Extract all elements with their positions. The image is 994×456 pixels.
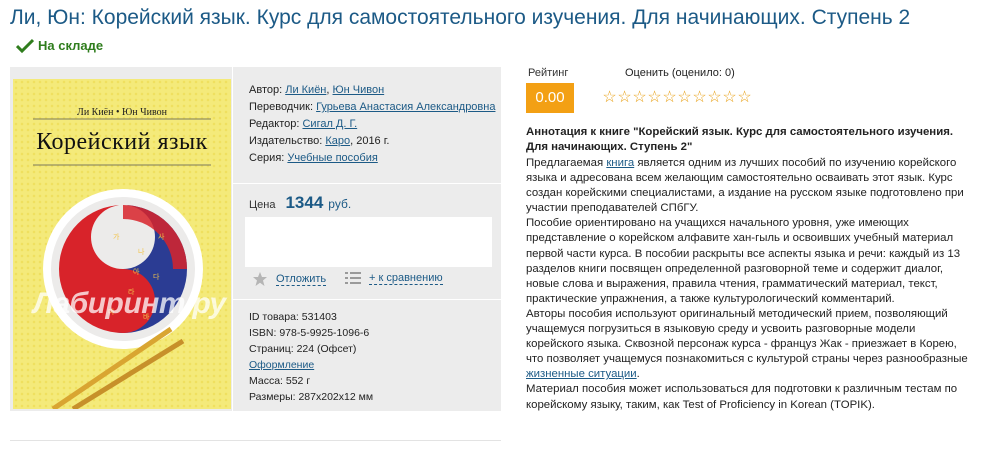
annotation-paragraph-4: Материал пособия может использоваться дл… bbox=[526, 383, 958, 411]
cover-authors: Ли Киён • Юн Чивон bbox=[77, 107, 167, 118]
meta-publisher-row: Издательство: Каро, 2016 г. bbox=[249, 134, 499, 148]
rating-stars[interactable]: ☆ ☆ ☆ ☆ ☆ ☆ ☆ ☆ ☆ ☆ bbox=[602, 90, 752, 106]
bottom-divider bbox=[10, 440, 501, 441]
postpone-action[interactable]: Отложить bbox=[252, 271, 327, 287]
star-6-icon[interactable]: ☆ bbox=[677, 90, 692, 106]
list-icon bbox=[345, 272, 361, 284]
rating-value-badge: 0.00 bbox=[526, 83, 574, 113]
annotation-paragraph-2: Пособие ориентировано на учащихся началь… bbox=[526, 217, 961, 305]
translator-label: Переводчик: bbox=[249, 101, 314, 113]
annotation-paragraph-3: Авторы пособия используют оригинальный м… bbox=[526, 307, 968, 381]
life-situations-link[interactable]: жизненные ситуации bbox=[526, 368, 637, 380]
stock-label: На складе bbox=[38, 38, 104, 53]
annotation-heading: Аннотация к книге "Корейский язык. Курс … bbox=[526, 126, 954, 153]
star-2-icon[interactable]: ☆ bbox=[617, 90, 632, 106]
buy-box bbox=[245, 217, 492, 267]
price-currency: руб. bbox=[328, 197, 352, 211]
annotation-paragraph-1: Предлагаемая книга является одним из луч… bbox=[526, 157, 964, 215]
svg-text:가: 가 bbox=[113, 232, 120, 241]
compare-link[interactable]: + к сравнению bbox=[369, 272, 443, 285]
postpone-link[interactable]: Отложить bbox=[276, 273, 327, 286]
publisher-link[interactable]: Каро bbox=[325, 135, 350, 147]
star-1-icon[interactable]: ☆ bbox=[602, 90, 617, 106]
product-id: ID товара: 531403 bbox=[249, 311, 337, 323]
product-pages: Страниц: 224 (Офсет) bbox=[249, 343, 357, 355]
product-size: Размеры: 287x202x12 мм bbox=[249, 391, 374, 403]
price-block: Цена 1344 руб. bbox=[249, 193, 351, 213]
star-3-icon[interactable]: ☆ bbox=[632, 90, 647, 106]
svg-text:아: 아 bbox=[133, 267, 140, 276]
star-9-icon[interactable]: ☆ bbox=[722, 90, 737, 106]
publisher-label: Издательство: bbox=[249, 135, 323, 147]
design-link[interactable]: Оформление bbox=[249, 359, 314, 371]
svg-text:다: 다 bbox=[153, 272, 160, 281]
meta-editor-row: Редактор: Сигал Д. Г. bbox=[249, 117, 499, 131]
product-weight: Масса: 552 г bbox=[249, 375, 311, 387]
star-5-icon[interactable]: ☆ bbox=[662, 90, 677, 106]
price-value: 1344 bbox=[285, 193, 324, 212]
stock-status: На складе bbox=[16, 32, 103, 60]
star-4-icon[interactable]: ☆ bbox=[647, 90, 662, 106]
rate-label: Оценить (оценило: 0) bbox=[625, 67, 735, 79]
checkmark-icon bbox=[16, 38, 34, 54]
divider bbox=[233, 183, 501, 184]
book-meta: Автор: Ли Киён, Юн Чивон Переводчик: Гур… bbox=[249, 83, 499, 168]
cover-title: Корейский язык bbox=[36, 129, 208, 155]
book-title-text: Ли, Юн: Корейский язык. Курс для самосто… bbox=[10, 6, 911, 29]
panel-divider bbox=[232, 67, 233, 411]
meta-series-row: Серия: Учебные пособия bbox=[249, 151, 499, 165]
publish-year: , 2016 г. bbox=[350, 135, 390, 147]
watermark-logo: Лабиринт.ру bbox=[33, 287, 226, 320]
series-link[interactable]: Учебные пособия bbox=[287, 152, 377, 164]
meta-author-row: Автор: Ли Киён, Юн Чивон bbox=[249, 84, 385, 96]
book-cover-image[interactable]: 가나다 라마바 사아 Ли Киён • Юн Чивон Корейский … bbox=[13, 79, 231, 409]
star-8-icon[interactable]: ☆ bbox=[707, 90, 722, 106]
author-link-2[interactable]: Юн Чивон bbox=[333, 84, 385, 96]
meta-translator-row: Переводчик: Гурьева Анастасия Александро… bbox=[249, 100, 499, 114]
series-label: Серия: bbox=[249, 152, 285, 164]
rating-label: Рейтинг bbox=[528, 67, 569, 79]
svg-text:나: 나 bbox=[138, 247, 145, 256]
translator-link[interactable]: Гурьева Анастасия Александровна bbox=[316, 101, 495, 113]
page-title: Ли, Юн: Корейский язык. Курс для самосто… bbox=[10, 4, 985, 64]
star-7-icon[interactable]: ☆ bbox=[692, 90, 707, 106]
price-label: Цена bbox=[249, 199, 276, 211]
book-link[interactable]: книга bbox=[606, 157, 634, 169]
annotation: Аннотация к книге "Корейский язык. Курс … bbox=[526, 125, 971, 413]
editor-link[interactable]: Сигал Д. Г. bbox=[302, 118, 357, 130]
compare-action[interactable]: + к сравнению bbox=[345, 271, 443, 285]
product-isbn: ISBN: 978-5-9925-1096-6 bbox=[249, 327, 370, 339]
product-details: ID товара: 531403 ISBN: 978-5-9925-1096-… bbox=[249, 309, 373, 405]
author-label: Автор: bbox=[249, 84, 283, 96]
divider bbox=[233, 299, 501, 300]
editor-label: Редактор: bbox=[249, 118, 300, 130]
author-link-1[interactable]: Ли Киён bbox=[285, 84, 326, 96]
star-icon bbox=[253, 272, 267, 286]
star-10-icon[interactable]: ☆ bbox=[737, 90, 752, 106]
svg-text:사: 사 bbox=[158, 232, 165, 241]
